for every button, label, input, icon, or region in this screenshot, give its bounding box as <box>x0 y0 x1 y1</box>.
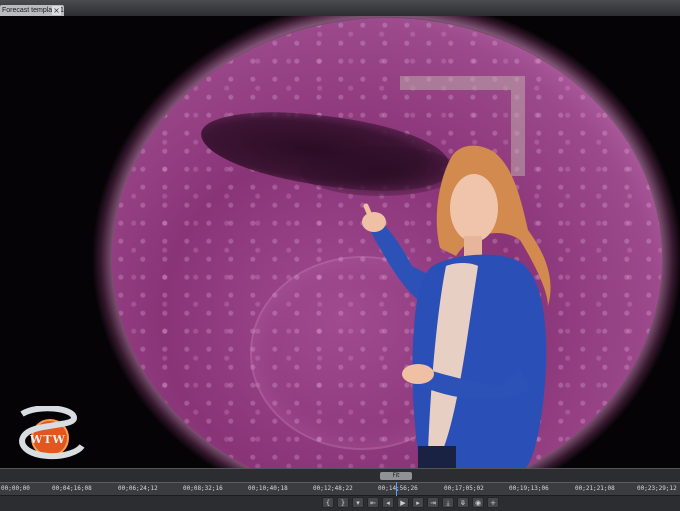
insert-icon[interactable]: ⤓ <box>442 497 454 508</box>
zoom-fit-label: Fit <box>392 472 400 479</box>
timecode-label: 00;14;56;26 <box>378 485 418 492</box>
timecode-label: 00;21;21;08 <box>575 485 615 492</box>
time-ruler[interactable]: 00;00;00 00;04;16;08 00;06;24;12 00;08;3… <box>0 482 680 496</box>
close-icon[interactable]: × <box>52 6 61 15</box>
timecode-label: 00;04;16;08 <box>52 485 92 492</box>
logo-text: WTW <box>30 433 66 446</box>
step-back-icon[interactable]: ◂ <box>382 497 394 508</box>
timeline-panel: Fit 00;00;00 00;04;16;08 00;06;24;12 00;… <box>0 468 680 511</box>
timecode-label: 00;00;00 <box>1 485 30 492</box>
weather-presenter <box>362 145 551 468</box>
step-forward-icon[interactable]: ▸ <box>412 497 424 508</box>
presenter-face <box>450 174 498 242</box>
settings-icon[interactable]: + <box>487 497 499 508</box>
go-to-out-icon[interactable]: ⇥ <box>427 497 439 508</box>
timecode-label: 00;08;32;16 <box>183 485 223 492</box>
mark-in-icon[interactable]: { <box>322 497 334 508</box>
timecode-label: 00;19;13;06 <box>509 485 549 492</box>
timecode-label: 00;23;29;12 <box>637 485 677 492</box>
editor-tab-bar: Forecast template 1 × <box>0 0 680 16</box>
presenter-hands <box>402 364 434 384</box>
timecode-label: 00;17;05;02 <box>444 485 484 492</box>
go-to-in-icon[interactable]: ⇤ <box>367 497 379 508</box>
play-icon[interactable]: ▶ <box>397 497 409 508</box>
export-frame-icon[interactable]: ◉ <box>472 497 484 508</box>
timecode-label: 00;12;48;22 <box>313 485 353 492</box>
marker-icon[interactable]: ▾ <box>352 497 364 508</box>
transport-controls: { } ▾ ⇤ ◂ ▶ ▸ ⇥ ⤓ ⤋ ◉ + <box>322 497 499 509</box>
station-logo: WTW <box>12 405 90 462</box>
timecode-label: 00;06;24;12 <box>118 485 158 492</box>
program-monitor: WTW <box>0 16 680 468</box>
mark-out-icon[interactable]: } <box>337 497 349 508</box>
overwrite-icon[interactable]: ⤋ <box>457 497 469 508</box>
timecode-label: 00;10;40;18 <box>248 485 288 492</box>
playhead[interactable] <box>396 482 397 496</box>
zoom-fit-select[interactable]: Fit <box>380 472 412 480</box>
